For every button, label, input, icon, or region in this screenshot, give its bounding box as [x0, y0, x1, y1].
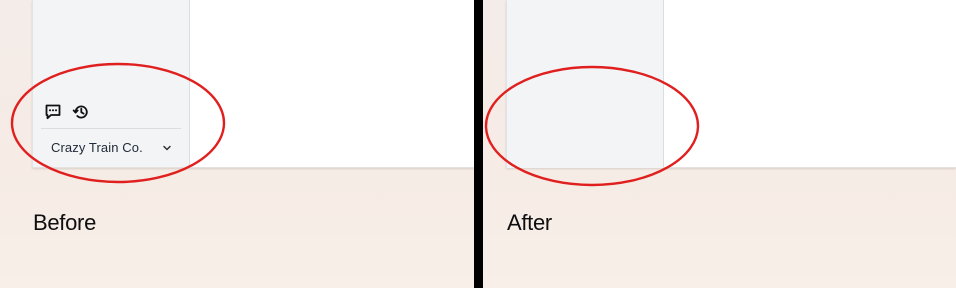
organization-name: Crazy Train Co.: [51, 139, 143, 155]
before-app-screenshot: Crazy Train Co.: [32, 0, 474, 168]
after-app-screenshot: [506, 0, 956, 168]
after-panel: After: [483, 0, 956, 288]
before-panel: Crazy Train Co. Before: [0, 0, 474, 288]
sidebar: [506, 0, 664, 168]
main-content-area: [664, 0, 956, 168]
organization-switcher[interactable]: Crazy Train Co.: [41, 134, 181, 160]
chevron-down-icon: [161, 141, 173, 153]
panel-divider: [474, 0, 483, 288]
history-icon[interactable]: [72, 103, 90, 121]
sidebar: Crazy Train Co.: [32, 0, 190, 168]
before-caption: Before: [33, 210, 97, 235]
main-content-area: [190, 0, 474, 168]
sidebar-footer-icons: [44, 103, 90, 121]
feedback-icon[interactable]: [44, 103, 62, 121]
after-caption: After: [507, 210, 552, 235]
sidebar-divider: [41, 128, 181, 129]
